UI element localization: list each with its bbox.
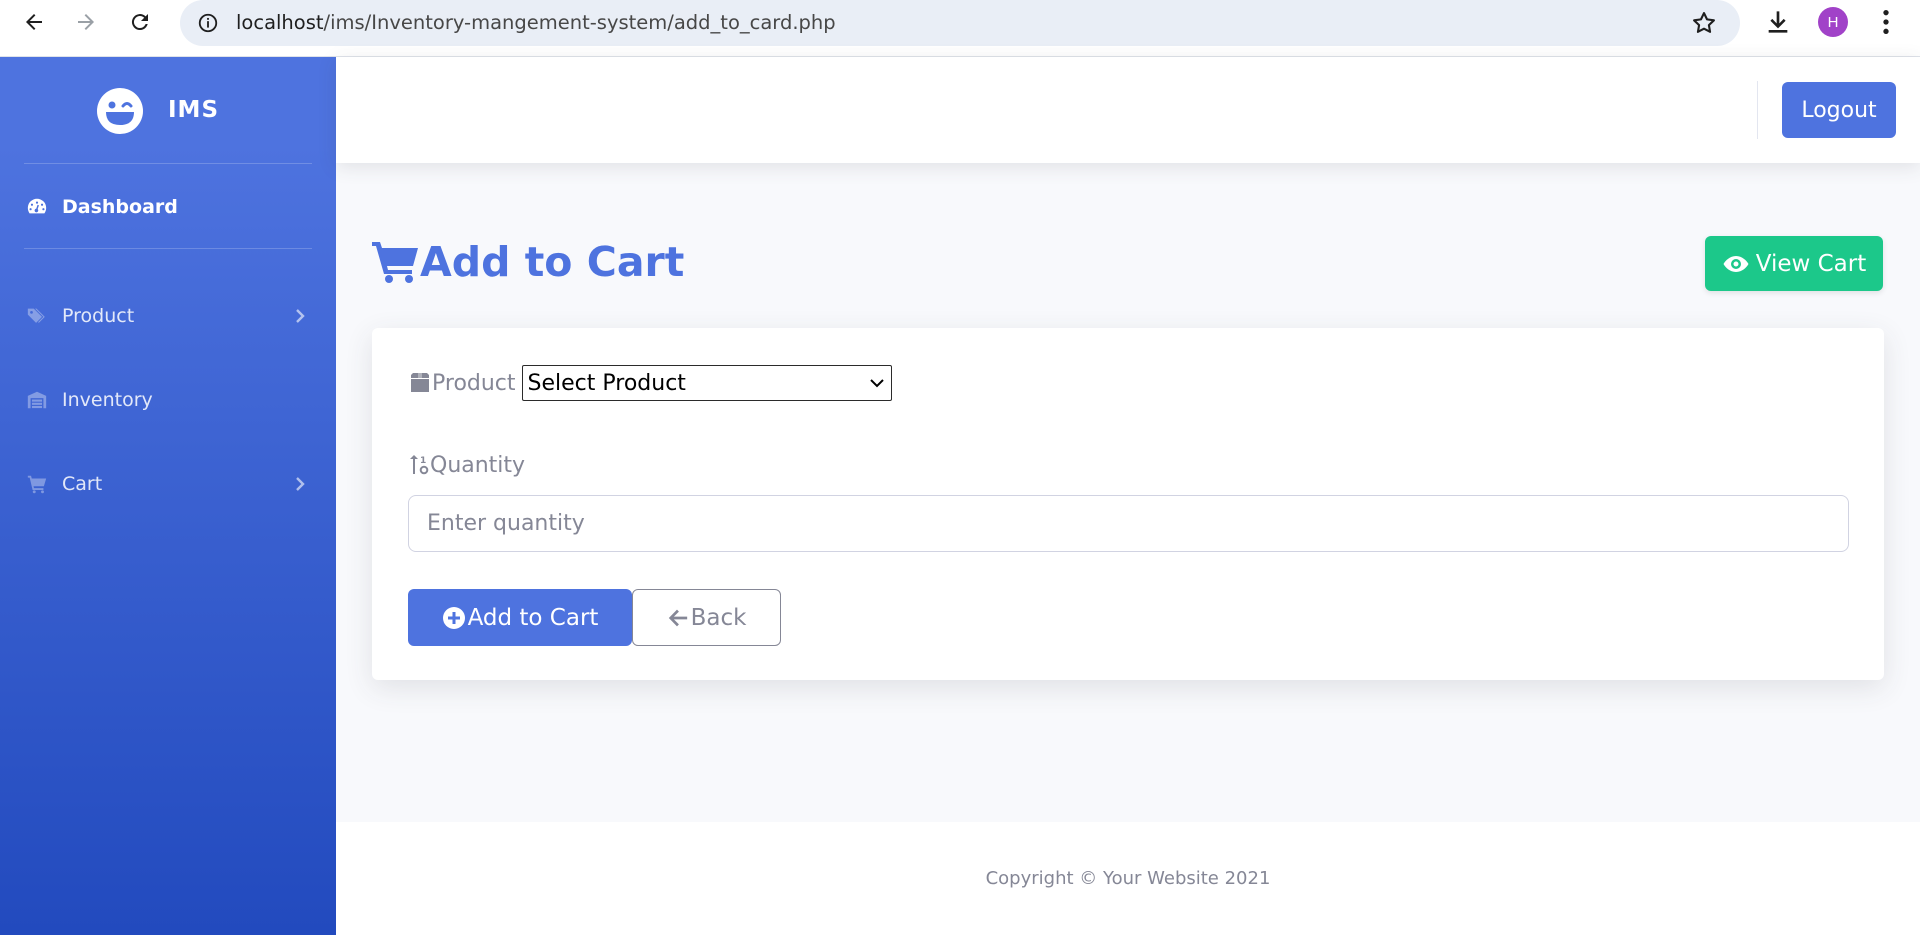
shopping-cart-icon <box>24 471 50 497</box>
chevron-right-icon <box>296 477 305 491</box>
back-label: Back <box>690 604 747 631</box>
quantity-field-label-row: 1 Quantity <box>408 450 525 480</box>
sidebar-divider <box>24 248 312 249</box>
chevron-right-icon <box>296 309 305 323</box>
box-icon <box>411 373 429 392</box>
plus-circle-icon <box>442 606 465 629</box>
url-host: localhost <box>236 11 324 34</box>
copyright-text: Copyright © Your Website 2021 <box>985 868 1271 889</box>
page-heading: Add to Cart <box>372 236 684 288</box>
view-cart-label: View Cart <box>1755 250 1867 277</box>
forward-arrow-icon[interactable] <box>68 4 104 40</box>
view-cart-button[interactable]: View Cart <box>1705 236 1883 291</box>
logout-button[interactable]: Logout <box>1782 82 1896 138</box>
arrow-left-icon <box>668 609 687 626</box>
add-to-cart-card: Product Select Product 1 Quantity Add to… <box>372 328 1884 680</box>
back-arrow-icon[interactable] <box>16 4 52 40</box>
bookmark-star-icon[interactable] <box>1690 9 1718 37</box>
shopping-cart-icon <box>372 242 418 283</box>
sidebar: IMS Dashboard Product Inventory Cart <box>0 57 336 935</box>
sidebar-brand[interactable]: IMS <box>0 57 336 163</box>
url-path: /ims/Inventory-mangement-system/add_to_c… <box>323 11 836 34</box>
chevron-down-icon <box>869 379 884 388</box>
profile-avatar[interactable]: H <box>1818 7 1848 37</box>
footer: Copyright © Your Website 2021 <box>336 822 1920 935</box>
sidebar-item-label: Dashboard <box>62 196 178 218</box>
more-options-icon[interactable] <box>1870 6 1902 38</box>
topbar: Logout <box>336 57 1920 163</box>
add-to-cart-button[interactable]: Add to Cart <box>408 589 632 646</box>
tags-icon <box>24 303 50 329</box>
back-button[interactable]: Back <box>632 589 781 646</box>
brand-name: IMS <box>168 97 220 123</box>
sidebar-item-product[interactable]: Product <box>0 291 336 341</box>
page-title: Add to Cart <box>420 238 685 286</box>
download-icon[interactable] <box>1762 6 1794 38</box>
site-info-icon[interactable] <box>194 9 222 37</box>
quantity-input[interactable] <box>408 495 1849 552</box>
warehouse-icon <box>24 387 50 413</box>
browser-toolbar: localhost/ims/Inventory-mangement-system… <box>0 0 1920 57</box>
reload-icon[interactable] <box>122 4 158 40</box>
product-field-row: Product Select Product <box>408 364 892 402</box>
sidebar-item-inventory[interactable]: Inventory <box>0 375 336 425</box>
eye-icon <box>1723 255 1749 272</box>
laugh-wink-icon <box>97 88 143 134</box>
sort-numeric-icon: 1 <box>410 455 429 475</box>
url-text[interactable]: localhost/ims/Inventory-mangement-system… <box>236 11 836 34</box>
sidebar-item-label: Cart <box>62 473 103 495</box>
add-to-cart-label: Add to Cart <box>467 604 599 631</box>
address-bar[interactable]: localhost/ims/Inventory-mangement-system… <box>180 0 1740 46</box>
topbar-divider <box>1757 81 1758 139</box>
svg-text:1: 1 <box>420 456 426 466</box>
product-label: Product <box>432 370 516 396</box>
product-select-value: Select Product <box>527 370 686 396</box>
sidebar-item-dashboard[interactable]: Dashboard <box>0 182 336 232</box>
sidebar-divider <box>24 163 312 164</box>
quantity-label: Quantity <box>430 452 526 478</box>
sidebar-item-label: Product <box>62 305 135 327</box>
sidebar-item-cart[interactable]: Cart <box>0 459 336 509</box>
sidebar-item-label: Inventory <box>62 389 153 411</box>
product-select[interactable]: Select Product <box>521 365 892 401</box>
tachometer-icon <box>24 194 50 220</box>
